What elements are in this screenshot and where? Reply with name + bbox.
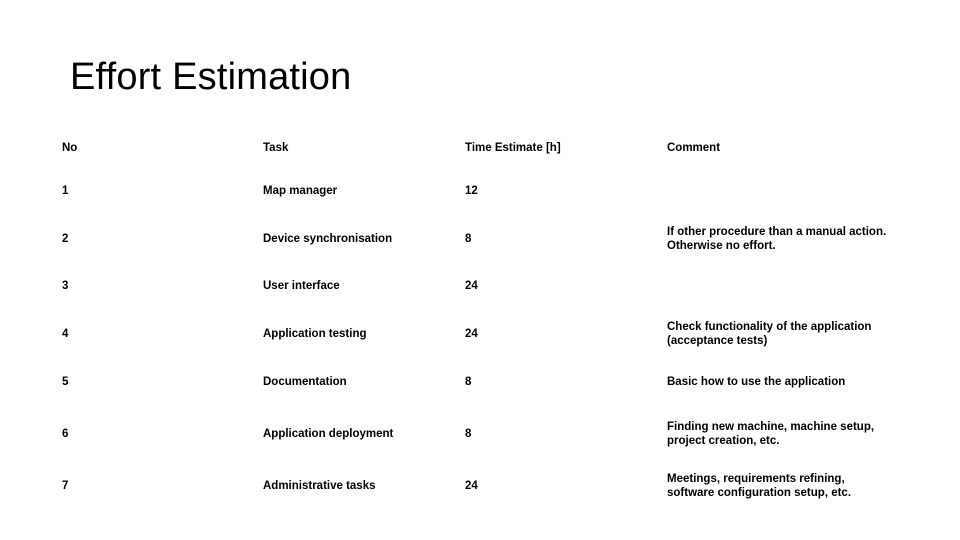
slide-canvas: Effort Estimation No Task Time Estimate … — [0, 0, 960, 540]
cell-no: 4 — [62, 328, 69, 340]
cell-comment — [665, 262, 900, 310]
cell-time-estimate: 24 — [465, 480, 478, 492]
table-header: No Task Time Estimate [h] Comment — [60, 128, 900, 167]
cell-no: 7 — [62, 480, 69, 492]
cell-time-estimate: 12 — [465, 185, 478, 197]
cell-task: Device synchronisation — [263, 232, 393, 245]
table-row: 5 Documentation 8 Basic how to use the a… — [60, 358, 900, 406]
cell-comment: If other procedure than a manual action.… — [667, 225, 887, 252]
cell-comment: Finding new machine, machine setup, proj… — [667, 420, 875, 447]
cell-time-estimate: 8 — [465, 427, 472, 440]
cell-time-estimate: 24 — [465, 280, 478, 292]
cell-no: 6 — [62, 427, 69, 440]
cell-task: Application deployment — [263, 427, 394, 440]
cell-task: Map manager — [263, 185, 338, 197]
table-row: 2 Device synchronisation 8 If other proc… — [60, 215, 900, 262]
effort-estimation-table: No Task Time Estimate [h] Comment 1 Map … — [60, 128, 900, 511]
cell-task: Documentation — [263, 376, 347, 388]
cell-comment: Check functionality of the application (… — [667, 321, 872, 347]
cell-time-estimate: 8 — [465, 232, 472, 245]
cell-task: User interface — [263, 280, 340, 292]
table-row: 6 Application deployment 8 Finding new m… — [60, 406, 900, 461]
cell-no: 5 — [62, 376, 69, 388]
table-row: 3 User interface 24 — [60, 262, 900, 310]
cell-comment — [665, 167, 900, 215]
cell-no: 2 — [62, 232, 69, 245]
cell-no: 1 — [62, 185, 69, 197]
cell-task: Application testing — [263, 328, 367, 340]
table-body: 1 Map manager 12 2 Device synchronisatio… — [60, 167, 900, 511]
cell-time-estimate: 8 — [465, 376, 472, 388]
cell-comment: Meetings, requirements refining, softwar… — [667, 473, 852, 499]
column-header-task: Task — [263, 141, 289, 154]
table-header-row: No Task Time Estimate [h] Comment — [60, 128, 900, 167]
table-row: 4 Application testing 24 Check functiona… — [60, 310, 900, 358]
column-header-comment: Comment — [667, 141, 721, 154]
cell-comment: Basic how to use the application — [667, 376, 846, 388]
column-header-no: No — [62, 141, 78, 154]
cell-no: 3 — [62, 280, 69, 292]
table-row: 7 Administrative tasks 24 Meetings, requ… — [60, 461, 900, 511]
cell-time-estimate: 24 — [465, 328, 478, 340]
cell-task: Administrative tasks — [263, 480, 376, 492]
table-row: 1 Map manager 12 — [60, 167, 900, 215]
column-header-time-estimate: Time Estimate [h] — [465, 141, 561, 154]
page-title: Effort Estimation — [70, 56, 352, 98]
